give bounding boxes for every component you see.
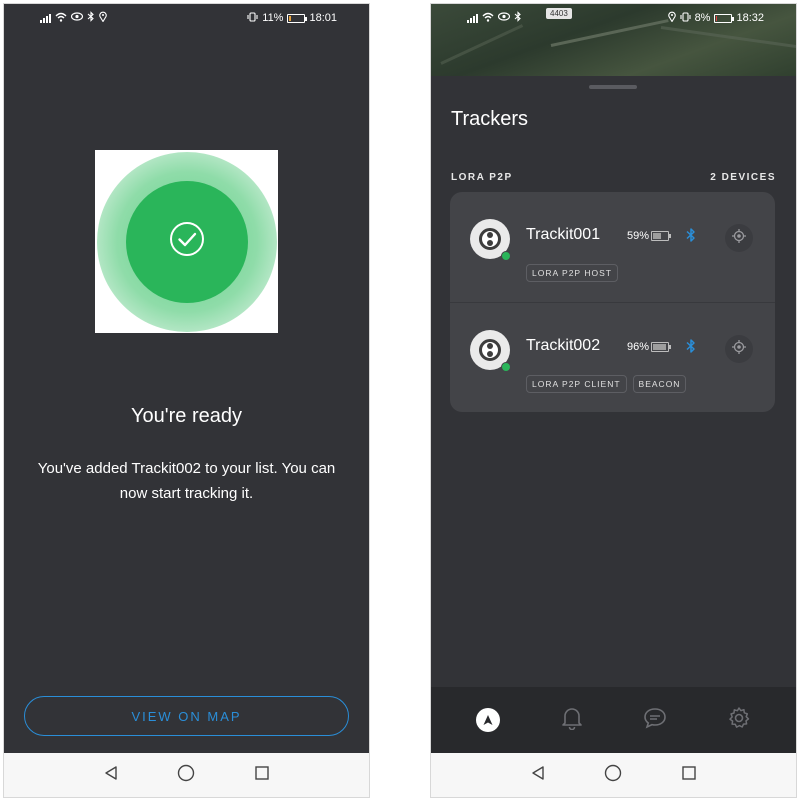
- clock: 18:32: [736, 12, 764, 24]
- locate-button[interactable]: [725, 335, 753, 363]
- signal-icon: [467, 13, 478, 23]
- device-name: Trackit002: [526, 337, 601, 354]
- phone-screen-trackers: 4403 8% 18:32 Trackers LORA P2P 2 DEVICE…: [430, 3, 797, 798]
- chat-icon: [643, 707, 667, 734]
- recents-icon[interactable]: [681, 765, 697, 786]
- status-bar: 8% 18:32: [431, 4, 796, 32]
- clock: 18:01: [309, 12, 337, 24]
- navigate-icon: [475, 708, 500, 732]
- device-row-trackit002[interactable]: Trackit002 96% LORA P2P CLIENT BEACON: [450, 302, 775, 412]
- bell-icon: [561, 706, 583, 735]
- back-icon[interactable]: [530, 765, 546, 786]
- status-bar: 11% 18:01: [4, 4, 369, 32]
- tab-navigate[interactable]: [468, 700, 508, 740]
- crosshair-icon: [731, 228, 747, 249]
- vibrate-icon: [680, 11, 691, 25]
- bluetooth-icon: [686, 338, 696, 359]
- bluetooth-icon: [514, 11, 522, 25]
- sheet-drag-handle[interactable]: [589, 85, 637, 89]
- tag-badge: LORA P2P HOST: [526, 264, 618, 282]
- device-row-trackit001[interactable]: Trackit001 59% LORA P2P HOST: [450, 192, 775, 302]
- device-battery: 59%: [627, 230, 672, 242]
- wifi-icon: [55, 12, 67, 25]
- online-status-dot: [501, 362, 511, 372]
- confirmation-message: You've added Trackit002 to your list. Yo…: [37, 460, 336, 502]
- online-status-dot: [501, 251, 511, 261]
- recents-icon[interactable]: [254, 765, 270, 786]
- bluetooth-icon: [686, 227, 696, 248]
- phone-screen-confirmation: 11% 18:01 You're ready You've added Trac…: [3, 3, 370, 798]
- tab-settings[interactable]: [719, 700, 759, 740]
- success-halo: [96, 151, 277, 332]
- tab-notifications[interactable]: [552, 700, 592, 740]
- device-battery-percent: 96%: [627, 341, 650, 353]
- location-icon: [667, 11, 676, 25]
- tracker-icon: [479, 339, 501, 361]
- system-nav-bar: [4, 753, 369, 797]
- tracker-icon: [479, 228, 501, 250]
- battery-icon: [651, 342, 672, 352]
- view-on-map-button[interactable]: VIEW ON MAP: [24, 696, 349, 736]
- back-icon[interactable]: [103, 765, 119, 786]
- system-nav-bar: [431, 753, 796, 797]
- crosshair-icon: [731, 339, 747, 360]
- battery-percent: 8%: [694, 12, 711, 24]
- signal-icon: [40, 13, 51, 23]
- eye-icon: [497, 12, 511, 24]
- wifi-icon: [482, 12, 494, 25]
- home-icon[interactable]: [177, 764, 195, 787]
- success-circle: [125, 180, 248, 303]
- device-battery: 96%: [627, 341, 672, 353]
- tab-messages[interactable]: [635, 700, 675, 740]
- battery-icon: [651, 231, 672, 241]
- section-label: LORA P2P: [451, 172, 513, 183]
- location-icon: [99, 11, 107, 25]
- bottom-tab-bar: [431, 687, 796, 753]
- tag-badge: BEACON: [632, 375, 687, 393]
- device-tags: LORA P2P HOST: [526, 264, 618, 282]
- battery-icon: [287, 13, 308, 23]
- eye-icon: [70, 12, 84, 24]
- page-title: Trackers: [451, 108, 529, 130]
- home-icon[interactable]: [604, 764, 622, 787]
- device-battery-percent: 59%: [627, 230, 650, 242]
- device-tags: LORA P2P CLIENT BEACON: [526, 375, 687, 393]
- device-count: 2 DEVICES: [710, 172, 776, 183]
- checkmark-icon: [169, 221, 205, 262]
- page-title: You're ready: [131, 405, 242, 427]
- device-list: Trackit001 59% LORA P2P HOST Trackit002 …: [450, 192, 775, 412]
- vibrate-icon: [247, 11, 258, 25]
- bluetooth-icon: [87, 11, 95, 25]
- battery-percent: 11%: [262, 12, 284, 24]
- tag-badge: LORA P2P CLIENT: [526, 375, 627, 393]
- locate-button[interactable]: [725, 224, 753, 252]
- success-illustration: [95, 150, 278, 333]
- battery-icon: [714, 13, 735, 23]
- device-name: Trackit001: [526, 226, 601, 243]
- gear-icon: [727, 706, 751, 735]
